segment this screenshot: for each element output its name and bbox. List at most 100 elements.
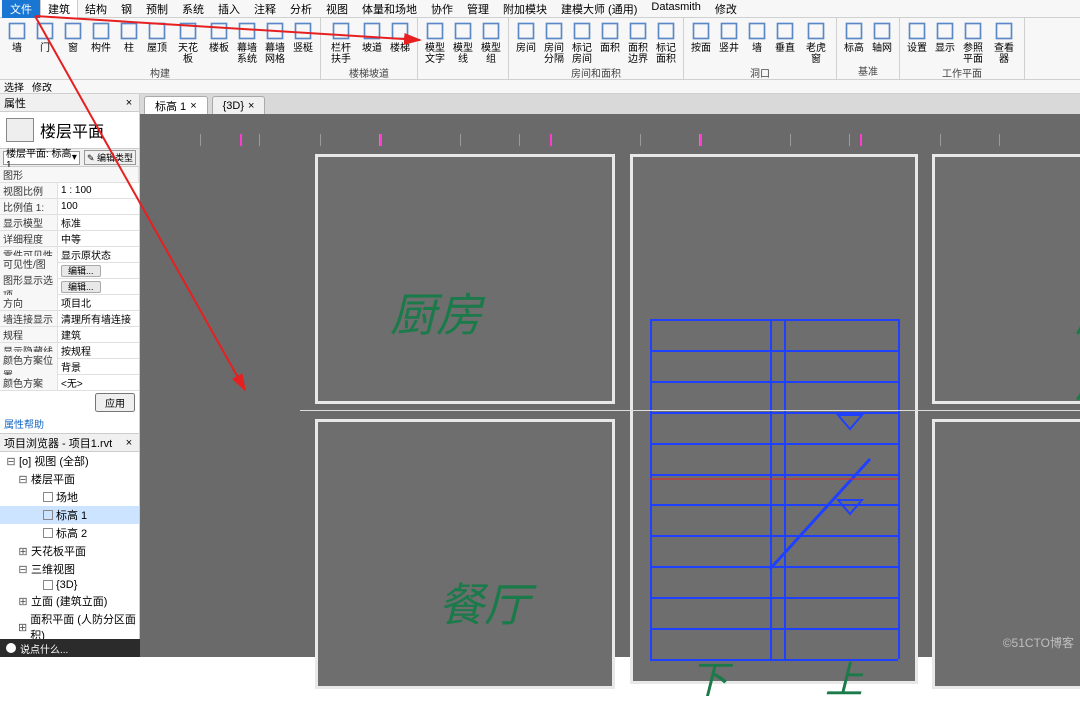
- ribbon-by-face[interactable]: 按面: [688, 20, 714, 54]
- menu-tab-12[interactable]: 附加模块: [496, 0, 554, 18]
- menu-tab-14[interactable]: Datasmith: [644, 0, 708, 18]
- ribbon-stair[interactable]: 楼梯: [387, 20, 413, 54]
- doc-tab[interactable]: 标高 1×: [144, 96, 208, 114]
- close-icon[interactable]: ×: [123, 97, 135, 109]
- room-outline[interactable]: [932, 154, 1080, 404]
- vertical-icon: [774, 20, 796, 42]
- expand-icon[interactable]: ⊟: [18, 563, 28, 576]
- menu-tab-9[interactable]: 体量和场地: [355, 0, 424, 18]
- ribbon-railing[interactable]: 栏杆扶手: [325, 20, 357, 65]
- browser-node[interactable]: ⊟楼层平面: [0, 470, 139, 488]
- prop-row[interactable]: 颜色方案<无>: [0, 375, 139, 391]
- menu-tab-4[interactable]: 系统: [175, 0, 211, 18]
- ribbon-window[interactable]: 窗: [60, 20, 86, 54]
- ribbon-column[interactable]: 柱: [116, 20, 142, 54]
- room-label: 餐厅: [438, 569, 530, 635]
- view-icon: [43, 580, 53, 590]
- prop-row[interactable]: 颜色方案位置背景: [0, 359, 139, 375]
- viewer-icon: [993, 20, 1015, 42]
- instance-selector[interactable]: 楼层平面: 标高 1▾: [3, 151, 80, 165]
- prop-row[interactable]: 墙连接显示清理所有墙连接: [0, 311, 139, 327]
- ceiling-icon: [177, 20, 199, 42]
- ribbon-roof[interactable]: 屋顶: [144, 20, 170, 54]
- expand-icon[interactable]: ⊞: [18, 595, 28, 608]
- floor-icon: [208, 20, 230, 42]
- ribbon-tag-area[interactable]: 标记面积: [653, 20, 679, 65]
- stair-run[interactable]: [650, 319, 898, 659]
- ribbon-model-text[interactable]: 模型文字: [422, 20, 448, 65]
- ribbon-door[interactable]: 门: [32, 20, 58, 54]
- ribbon-floor[interactable]: 楼板: [206, 20, 232, 54]
- browser-node[interactable]: 场地: [0, 488, 139, 506]
- close-icon[interactable]: ×: [190, 100, 196, 112]
- menu-file[interactable]: 文件: [2, 0, 40, 18]
- prop-row[interactable]: 比例值 1:100: [0, 199, 139, 215]
- drawing-viewport[interactable]: 标高 1×{3D}× 厨房厨房餐厅餐厅下上 ©51CTO博客: [140, 94, 1080, 657]
- menu-tab-2[interactable]: 钢: [114, 0, 139, 18]
- ribbon-component[interactable]: 构件: [88, 20, 114, 54]
- prop-row[interactable]: 规程建筑: [0, 327, 139, 343]
- edit-type-button[interactable]: ✎ 编辑类型: [84, 150, 136, 165]
- menu-tab-1[interactable]: 结构: [78, 0, 114, 18]
- doc-tab[interactable]: {3D}×: [212, 96, 266, 114]
- ribbon-ramp[interactable]: 坡道: [359, 20, 385, 54]
- prop-row[interactable]: 详细程度中等: [0, 231, 139, 247]
- ribbon-curtain-grid[interactable]: 幕墙网格: [262, 20, 288, 65]
- browser-node[interactable]: ⊟三维视图: [0, 560, 139, 578]
- ribbon-wall-opening[interactable]: 墙: [744, 20, 770, 54]
- menu-tab-10[interactable]: 协作: [424, 0, 460, 18]
- ribbon-shaft[interactable]: 竖井: [716, 20, 742, 54]
- ribbon-tag-room[interactable]: 标记房间: [569, 20, 595, 65]
- by-face-icon: [690, 20, 712, 42]
- menu-tab-0[interactable]: 建筑: [40, 0, 78, 18]
- close-icon[interactable]: ×: [248, 100, 254, 112]
- menu-tab-8[interactable]: 视图: [319, 0, 355, 18]
- expand-icon[interactable]: ⊞: [18, 621, 27, 634]
- close-icon[interactable]: ×: [123, 437, 135, 449]
- apply-button[interactable]: 应用: [95, 393, 135, 412]
- model-text-icon: [424, 20, 446, 42]
- ribbon-room[interactable]: 房间: [513, 20, 539, 54]
- ribbon-viewer[interactable]: 查看器: [988, 20, 1020, 65]
- browser-node[interactable]: {3D}: [0, 578, 139, 592]
- ribbon-vertical[interactable]: 垂直: [772, 20, 798, 54]
- ribbon-dormer[interactable]: 老虎窗: [800, 20, 832, 65]
- menu-tab-7[interactable]: 分析: [283, 0, 319, 18]
- properties-help-link[interactable]: 属性帮助: [0, 414, 139, 434]
- menu-tab-6[interactable]: 注释: [247, 0, 283, 18]
- ribbon-wall[interactable]: 墙: [4, 20, 30, 54]
- prop-row[interactable]: 图形显示选项编辑...: [0, 279, 139, 295]
- browser-node[interactable]: ⊞天花板平面: [0, 542, 139, 560]
- project-browser[interactable]: ⊟[o] 视图 (全部)⊟楼层平面场地标高 1标高 2⊞天花板平面⊟三维视图{3…: [0, 452, 139, 657]
- browser-node[interactable]: 标高 2: [0, 524, 139, 542]
- browser-node[interactable]: ⊟[o] 视图 (全部): [0, 452, 139, 470]
- prop-row[interactable]: 方向项目北: [0, 295, 139, 311]
- browser-node[interactable]: ⊞立面 (建筑立面): [0, 592, 139, 610]
- expand-icon[interactable]: ⊟: [6, 455, 16, 468]
- ribbon-area[interactable]: 面积: [597, 20, 623, 54]
- ribbon-grid[interactable]: 轴网: [869, 20, 895, 54]
- ribbon-ref-plane[interactable]: 参照平面: [960, 20, 986, 65]
- ribbon-model-line[interactable]: 模型线: [450, 20, 476, 65]
- ribbon-level[interactable]: 标高: [841, 20, 867, 54]
- room-outline[interactable]: [315, 419, 615, 689]
- ribbon-room-sep[interactable]: 房间分隔: [541, 20, 567, 65]
- menu-tab-13[interactable]: 建模大师 (通用): [554, 0, 644, 18]
- wall-opening-icon: [746, 20, 768, 42]
- menu-tab-5[interactable]: 插入: [211, 0, 247, 18]
- prop-row[interactable]: 视图比例1 : 100: [0, 183, 139, 199]
- ribbon-mullion[interactable]: 竖梃: [290, 20, 316, 54]
- menu-tab-11[interactable]: 管理: [460, 0, 496, 18]
- menu-tab-3[interactable]: 预制: [139, 0, 175, 18]
- menu-tab-15[interactable]: 修改: [708, 0, 744, 18]
- ribbon-area-bdy[interactable]: 面积边界: [625, 20, 651, 65]
- ribbon-show[interactable]: 显示: [932, 20, 958, 54]
- ribbon-set[interactable]: 设置: [904, 20, 930, 54]
- browser-node[interactable]: 标高 1: [0, 506, 139, 524]
- ribbon-model-group[interactable]: 模型组: [478, 20, 504, 65]
- ribbon-curtain-system[interactable]: 幕墙系统: [234, 20, 260, 65]
- prop-row[interactable]: 显示模型标准: [0, 215, 139, 231]
- ribbon-ceiling[interactable]: 天花板: [172, 20, 204, 65]
- expand-icon[interactable]: ⊟: [18, 473, 28, 486]
- expand-icon[interactable]: ⊞: [18, 545, 28, 558]
